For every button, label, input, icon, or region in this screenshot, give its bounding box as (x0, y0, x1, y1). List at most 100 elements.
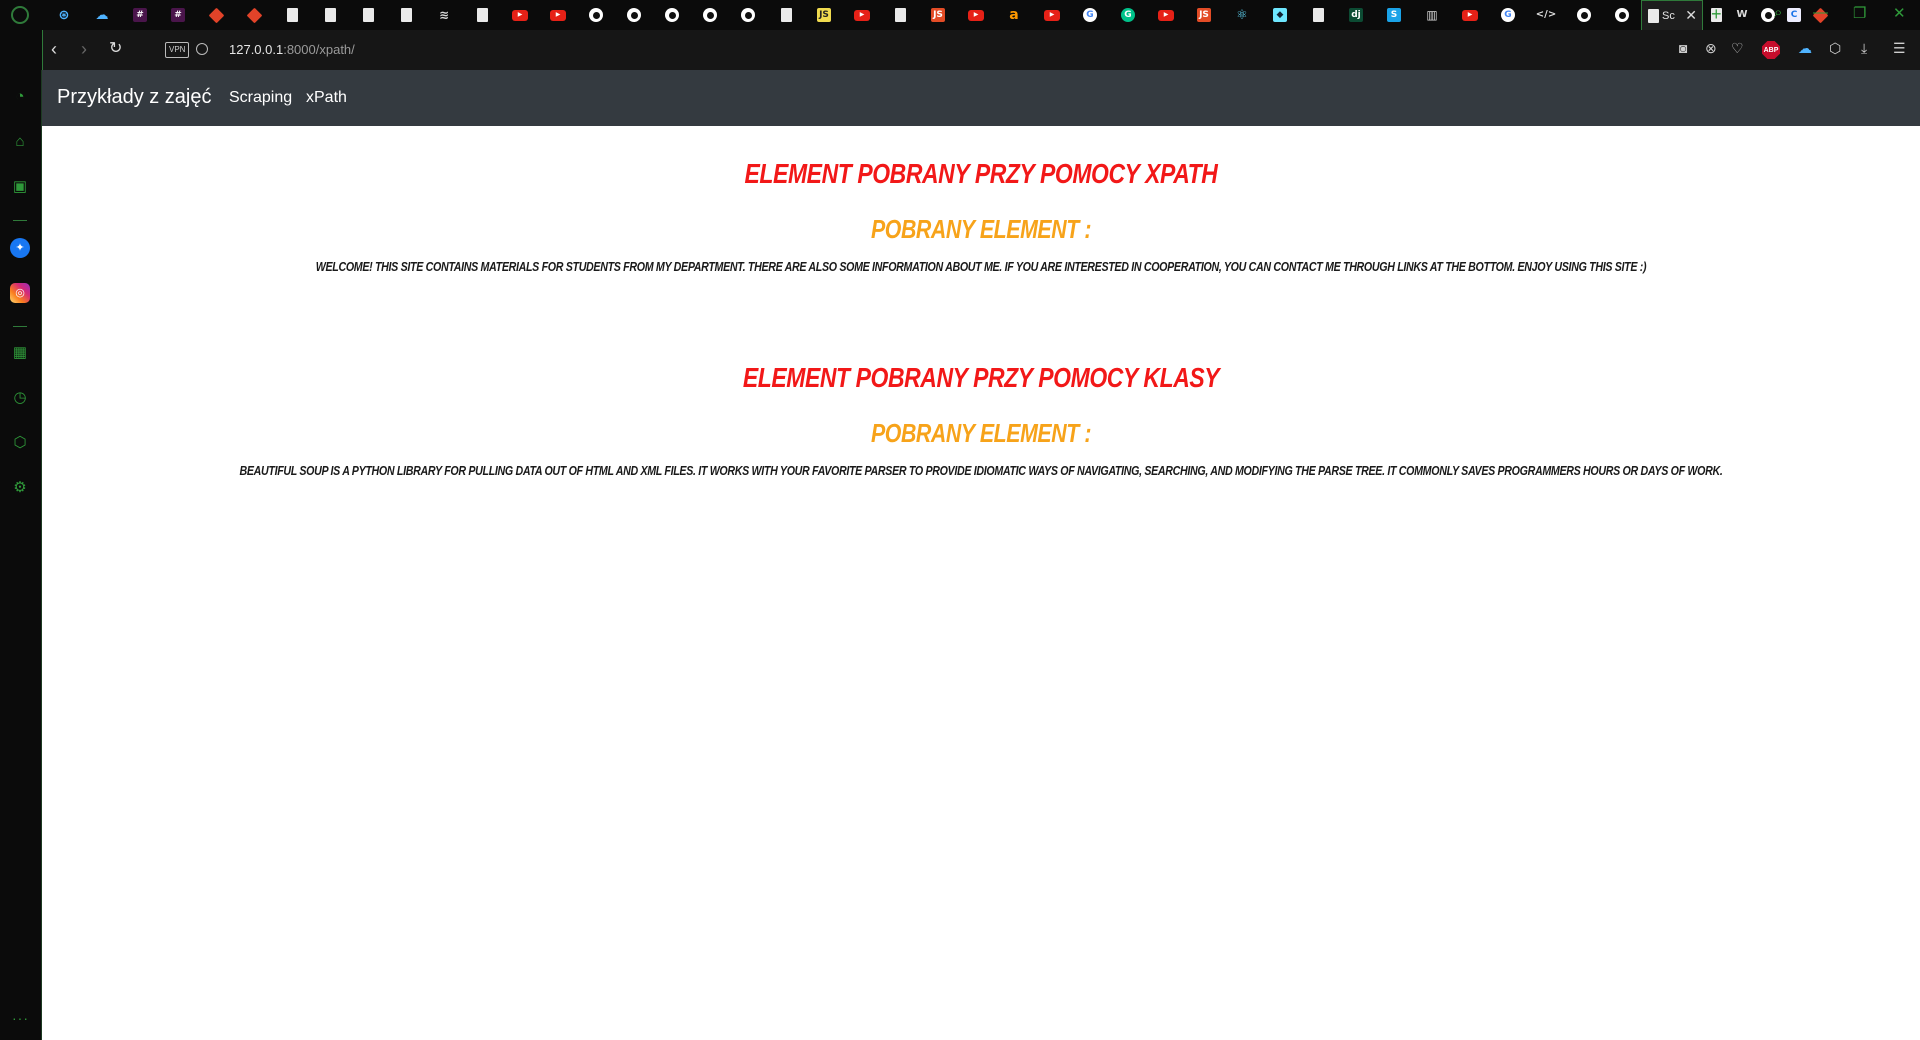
address-bar: ‹ › ↻ VPN 127.0.0.1:8000/xpath/ ◙ ⊗ ♡ AB… (42, 30, 1920, 70)
browser-tab[interactable]: G (1489, 0, 1527, 30)
browser-tab[interactable]: </> (1527, 0, 1565, 30)
browser-tab[interactable]: JS (1185, 0, 1223, 30)
opera-logo-icon[interactable] (11, 6, 29, 24)
browser-tab[interactable]: # (121, 0, 159, 30)
browser-tab[interactable]: ◆ (1261, 0, 1299, 30)
browser-tab[interactable] (197, 0, 235, 30)
github-icon (1761, 8, 1775, 22)
browser-tab[interactable]: ▶ (957, 0, 995, 30)
back-button[interactable]: ‹ (51, 39, 57, 59)
browser-tab[interactable]: G (1109, 0, 1147, 30)
active-browser-tab[interactable]: Sc ✕ (1641, 0, 1703, 30)
document-icon (400, 8, 412, 22)
speed-dial-icon[interactable]: ◔ (10, 87, 30, 107)
gamepad-icon: ⊛ (58, 7, 70, 23)
browser-tab[interactable]: C (1781, 0, 1807, 30)
extensions-cube-icon[interactable]: ⬡ (1829, 40, 1841, 57)
restore-button[interactable]: ❐ (1853, 4, 1866, 22)
browser-tab[interactable] (349, 0, 387, 30)
javascript-icon: JS (931, 8, 945, 22)
browser-tab[interactable] (691, 0, 729, 30)
browser-tab[interactable] (463, 0, 501, 30)
bag-icon[interactable]: ⌂ (10, 132, 30, 152)
browser-tab[interactable]: ▶ (1451, 0, 1489, 30)
browser-tab[interactable]: a (995, 0, 1033, 30)
settings-icon[interactable]: ⚙ (10, 478, 30, 498)
browser-tab[interactable]: # (159, 0, 197, 30)
browser-tab[interactable] (881, 0, 919, 30)
bookmark-heart-icon[interactable]: ♡ (1731, 40, 1744, 57)
browser-tab[interactable]: S (1375, 0, 1413, 30)
messenger-icon[interactable]: ✦ (10, 238, 30, 258)
nav-link-scraping[interactable]: Scraping (229, 89, 292, 107)
browser-tab[interactable] (577, 0, 615, 30)
forward-button[interactable]: › (81, 39, 87, 59)
browser-tab[interactable]: ▶ (539, 0, 577, 30)
close-tab-icon[interactable]: ✕ (1685, 7, 1697, 24)
browser-tab[interactable]: ▥ (1413, 0, 1451, 30)
browser-tab[interactable]: G (1071, 0, 1109, 30)
easy-setup-icon[interactable]: ☰ (1893, 40, 1906, 57)
browser-tab[interactable]: ▶ (843, 0, 881, 30)
browser-tab[interactable] (615, 0, 653, 30)
extensions-icon[interactable]: ⬡ (10, 433, 30, 453)
browser-tab[interactable] (235, 0, 273, 30)
browser-tab[interactable]: ☁ (83, 0, 121, 30)
adblock-plus-icon[interactable]: ABP (1762, 41, 1780, 59)
gitlab-icon (246, 7, 262, 23)
browser-tab[interactable] (387, 0, 425, 30)
block-icon[interactable]: ⊗ (1705, 40, 1717, 57)
google-icon: G (1501, 8, 1515, 22)
site-navbar: Przykłady z zajęć Scraping xPath (42, 70, 1920, 126)
document-icon (1312, 8, 1324, 22)
section-text: Welcome! This site contains materials fo… (315, 259, 1647, 274)
reload-button[interactable]: ↻ (109, 39, 122, 59)
browser-tab[interactable]: JS (919, 0, 957, 30)
browser-tab[interactable] (1603, 0, 1641, 30)
stackoverflow-icon: ≋ (438, 8, 450, 22)
browser-tab[interactable]: ▶ (501, 0, 539, 30)
browser-tab[interactable] (653, 0, 691, 30)
url-host: 127.0.0.1 (229, 42, 284, 57)
history-icon[interactable]: ◷ (10, 388, 30, 408)
url-field[interactable]: 127.0.0.1:8000/xpath/ (229, 42, 355, 57)
document-icon (476, 8, 488, 22)
document-icon (894, 8, 906, 22)
more-icon[interactable]: ··· (12, 1010, 29, 1026)
browser-tab[interactable]: W (1729, 0, 1755, 30)
twitch-icon[interactable]: ▣ (10, 177, 30, 197)
document-icon (362, 8, 374, 22)
cloud-extension-icon[interactable]: ☁ (1798, 40, 1812, 57)
github-icon (1615, 8, 1629, 22)
browser-tab[interactable] (311, 0, 349, 30)
browser-tab[interactable] (273, 0, 311, 30)
document-icon (780, 8, 792, 22)
download-icon[interactable]: ⤓ (1861, 40, 1867, 57)
navbar-brand[interactable]: Przykłady z zajęć (57, 86, 212, 109)
browser-tab[interactable]: ⊛ (45, 0, 83, 30)
browser-tab[interactable] (729, 0, 767, 30)
tab-title: Sc (1662, 9, 1675, 22)
browser-tab[interactable] (1299, 0, 1337, 30)
browser-tab[interactable]: ≋ (425, 0, 463, 30)
new-tab-button[interactable]: + (1711, 4, 1722, 25)
search-tabs-icon[interactable]: ⌕ (1774, 4, 1782, 21)
browser-tab[interactable]: dj (1337, 0, 1375, 30)
site-info-icon[interactable] (196, 43, 208, 55)
workspaces-icon[interactable]: ▦ (10, 343, 30, 363)
minimize-button[interactable]: — (1813, 4, 1828, 21)
github-icon (665, 8, 679, 22)
browser-tab[interactable]: JS (805, 0, 843, 30)
tab-strip: ⊛ ☁ # # ≋ ▶ ▶ JS ▶ JS ▶ a ▶ G G ▶ JS ⚛ ◆ dj S ▥ ▶ G </> Sc ✕ W C + ⌕… (0, 0, 1920, 30)
browser-tab[interactable]: ▶ (1033, 0, 1071, 30)
close-window-button[interactable]: ✕ (1893, 4, 1906, 22)
instagram-icon[interactable]: ◎ (10, 283, 30, 303)
browser-tab[interactable] (767, 0, 805, 30)
browser-tab[interactable]: ▶ (1147, 0, 1185, 30)
chart-icon: ▥ (1426, 8, 1438, 22)
browser-tab[interactable] (1565, 0, 1603, 30)
snapshot-icon[interactable]: ◙ (1679, 40, 1687, 56)
nav-link-xpath[interactable]: xPath (306, 89, 347, 107)
vpn-badge[interactable]: VPN (165, 42, 190, 58)
browser-tab[interactable]: ⚛ (1223, 0, 1261, 30)
